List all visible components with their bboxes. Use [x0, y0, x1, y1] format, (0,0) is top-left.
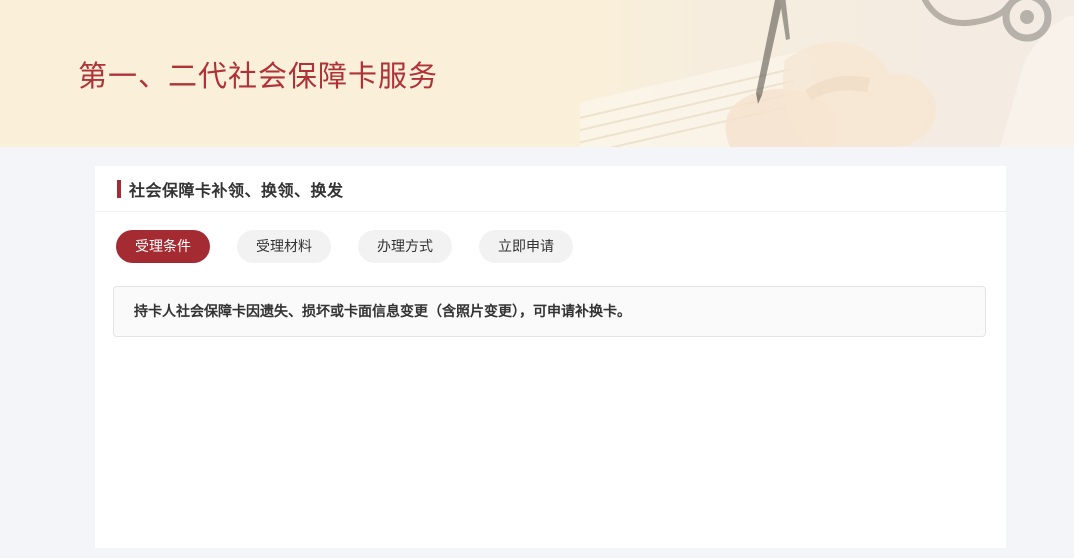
banner: 第一、二代社会保障卡服务	[0, 0, 1074, 147]
tab-processing-method[interactable]: 办理方式	[358, 230, 452, 263]
card-title: 社会保障卡补领、换领、换发	[129, 177, 344, 201]
conditions-content-box: 持卡人社会保障卡因遗失、损坏或卡面信息变更（含照片变更），可申请补换卡。	[113, 286, 986, 337]
page-title: 第一、二代社会保障卡服务	[78, 53, 438, 95]
tab-apply-now[interactable]: 立即申请	[479, 230, 573, 263]
banner-photo	[580, 0, 1074, 147]
tab-acceptance-conditions[interactable]: 受理条件	[116, 230, 210, 263]
title-accent-bar	[117, 180, 121, 198]
card-title-row: 社会保障卡补领、换领、换发	[95, 166, 1006, 212]
tab-bar: 受理条件 受理材料 办理方式 立即申请	[116, 230, 1006, 263]
tab-required-materials[interactable]: 受理材料	[237, 230, 331, 263]
service-card: 社会保障卡补领、换领、换发 受理条件 受理材料 办理方式 立即申请 持卡人社会保…	[95, 166, 1006, 548]
banner-photo-illustration	[580, 0, 1074, 147]
conditions-text: 持卡人社会保障卡因遗失、损坏或卡面信息变更（含照片变更），可申请补换卡。	[134, 301, 631, 322]
